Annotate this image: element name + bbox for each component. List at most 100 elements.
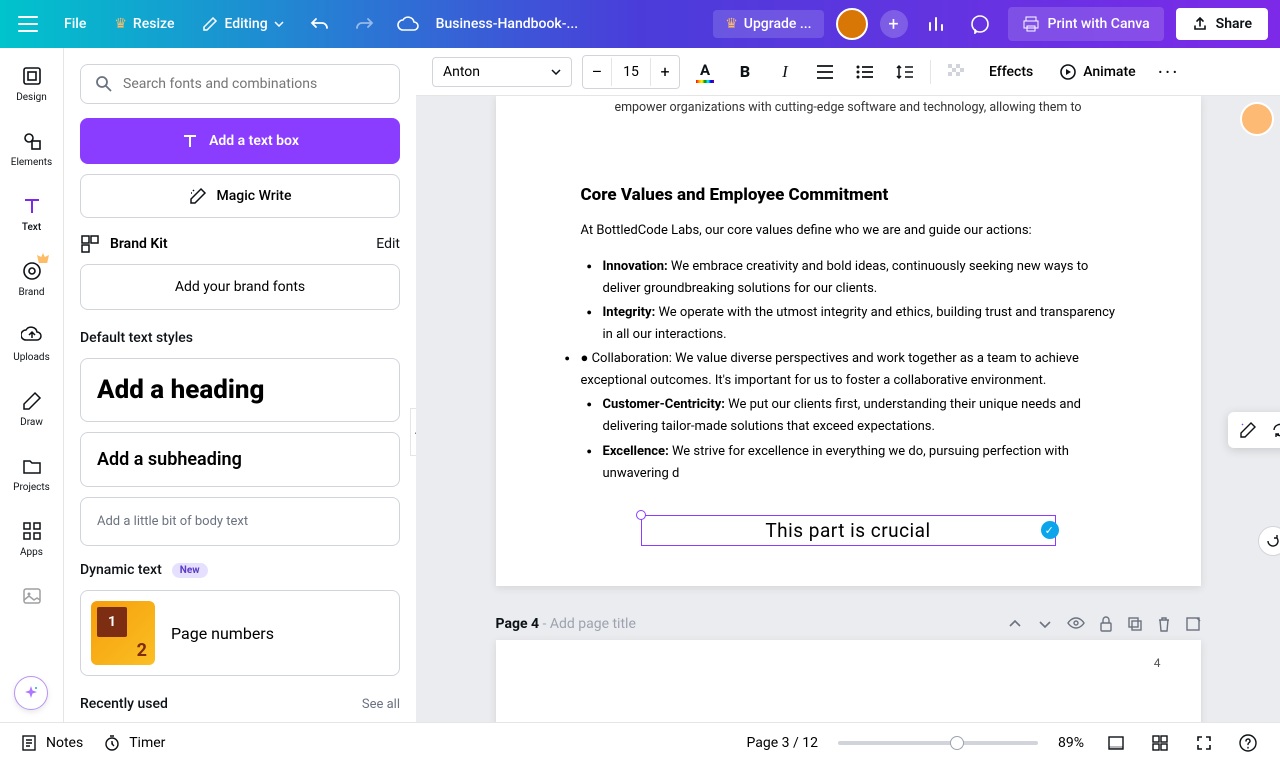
recently-used-label: Recently used [80,696,168,712]
list-item[interactable]: Integrity: We operate with the utmost in… [603,302,1116,346]
decrease-size-button[interactable]: – [583,56,611,88]
font-family-dropdown[interactable]: Anton [432,57,572,87]
rail-elements[interactable]: Elements [0,125,63,172]
fullscreen-icon[interactable] [1192,731,1216,755]
zoom-slider[interactable] [838,741,1038,745]
animate-button[interactable]: Animate [1051,57,1143,87]
collaborator-avatar[interactable] [1240,102,1274,136]
page-actions [1007,616,1201,632]
rail-text-label: Text [22,222,41,233]
heading-style[interactable]: Add a heading [80,358,400,422]
font-search-input[interactable] [123,76,385,92]
document-title[interactable]: Business-Handbook-... [436,16,579,32]
page-4-label[interactable]: Page 4 - Add page title [496,616,636,632]
resize-handle[interactable] [636,510,646,520]
user-avatar[interactable] [836,8,868,40]
undo-button[interactable] [304,8,336,40]
insights-icon[interactable] [920,8,952,40]
rail-draw[interactable]: Draw [0,385,63,432]
spacing-button[interactable] [890,57,920,87]
duplicate-icon[interactable] [1127,616,1143,632]
notes-button[interactable]: Notes [20,734,83,752]
font-size-value[interactable]: 15 [611,58,651,86]
collapse-sidebar-button[interactable]: ◀ [410,408,416,456]
list-item[interactable]: ● Collaboration: We value diverse perspe… [581,348,1116,392]
page-numbers-card[interactable]: 12 Page numbers [80,590,400,676]
help-icon[interactable] [1236,731,1260,755]
cloud-sync-icon[interactable] [392,8,424,40]
body-style[interactable]: Add a little bit of body text [80,497,400,546]
redo-button[interactable] [348,8,380,40]
subheading-style[interactable]: Add a subheading [80,432,400,487]
rail-brand[interactable]: Brand [0,255,63,302]
menu-icon[interactable] [12,8,44,40]
section-title[interactable]: Core Values and Employee Commitment [581,185,1116,205]
text-sidebar: Add a text box Magic Write Brand Kit Edi… [64,48,416,722]
delete-icon[interactable] [1157,616,1171,632]
italic-button[interactable]: I [770,57,800,87]
page-view-icon[interactable] [1104,731,1128,755]
rail-projects[interactable]: Projects [0,450,63,497]
increase-size-button[interactable]: + [651,56,679,88]
rail-more[interactable] [0,580,63,612]
text-edit-toolbar: Anton – 15 + A B I Effects Animate [416,48,1280,96]
regenerate-icon[interactable] [1266,416,1280,444]
move-down-icon[interactable] [1037,616,1053,632]
timer-button[interactable]: Timer [103,734,165,752]
draw-icon [20,389,44,413]
page-3[interactable]: empower organizations with cutting-edge … [496,96,1201,586]
transparency-button[interactable] [941,57,971,87]
add-textbox-button[interactable]: Add a text box [80,118,400,164]
grid-view-icon[interactable] [1148,731,1172,755]
text-color-button[interactable]: A [690,57,720,87]
text-icon [20,194,44,218]
list-item[interactable]: Innovation: We embrace creativity and bo… [603,256,1116,300]
editing-mode-dropdown[interactable]: Editing [194,10,291,38]
zoom-value[interactable]: 89% [1058,735,1084,751]
confirm-check-icon[interactable]: ✓ [1041,521,1059,539]
crown-icon: ♛ [114,16,127,32]
recently-used-header: Recently used See all [80,696,400,712]
uploads-icon [20,324,44,348]
hide-icon[interactable] [1067,616,1085,632]
rotate-button[interactable] [1258,526,1280,556]
add-collaborator-button[interactable]: + [880,10,908,38]
magic-fab[interactable] [14,676,48,710]
list-button[interactable] [850,57,880,87]
list-item[interactable]: Customer-Centricity: We put our clients … [603,394,1116,438]
selected-content[interactable]: This part is crucial [765,519,930,542]
more-options-button[interactable]: ··· [1154,57,1184,87]
see-all-link[interactable]: See all [362,697,400,712]
values-list[interactable]: Innovation: We embrace creativity and bo… [603,256,1116,485]
add-brand-fonts-button[interactable]: Add your brand fonts [80,264,400,310]
print-label: Print with Canva [1048,16,1150,32]
font-search[interactable] [80,64,400,104]
effects-button[interactable]: Effects [981,58,1041,86]
rail-design[interactable]: Design [0,60,63,107]
resize-button[interactable]: ♛ Resize [106,10,182,38]
rail-apps[interactable]: Apps [0,515,63,562]
list-item[interactable]: Excellence: We strive for excellence in … [603,441,1116,485]
move-up-icon[interactable] [1007,616,1023,632]
file-menu[interactable]: File [56,10,94,38]
brand-kit-edit[interactable]: Edit [376,236,400,252]
bold-button[interactable]: B [730,57,760,87]
zoom-thumb[interactable] [950,736,964,750]
intro-text[interactable]: At BottledCode Labs, our core values def… [581,221,1116,242]
magic-write-button[interactable]: Magic Write [80,174,400,218]
add-page-icon[interactable] [1185,616,1201,632]
alignment-button[interactable] [810,57,840,87]
share-button[interactable]: Share [1176,8,1268,40]
document-scroll[interactable]: empower organizations with cutting-edge … [416,96,1280,722]
rail-draw-label: Draw [20,417,43,428]
comment-icon[interactable] [964,8,996,40]
rail-text[interactable]: Text [0,190,63,237]
lock-icon[interactable] [1099,616,1113,632]
upgrade-button[interactable]: ♛ Upgrade ... [713,10,823,38]
magic-edit-icon[interactable] [1234,416,1262,444]
page-4[interactable]: 4 Handbook Purpose This Business Handboo… [496,640,1201,722]
rail-uploads[interactable]: Uploads [0,320,63,367]
selected-text-box[interactable]: This part is crucial ✓ [641,515,1056,546]
print-button[interactable]: Print with Canva [1008,7,1164,41]
page-indicator[interactable]: Page 3 / 12 [747,735,818,751]
